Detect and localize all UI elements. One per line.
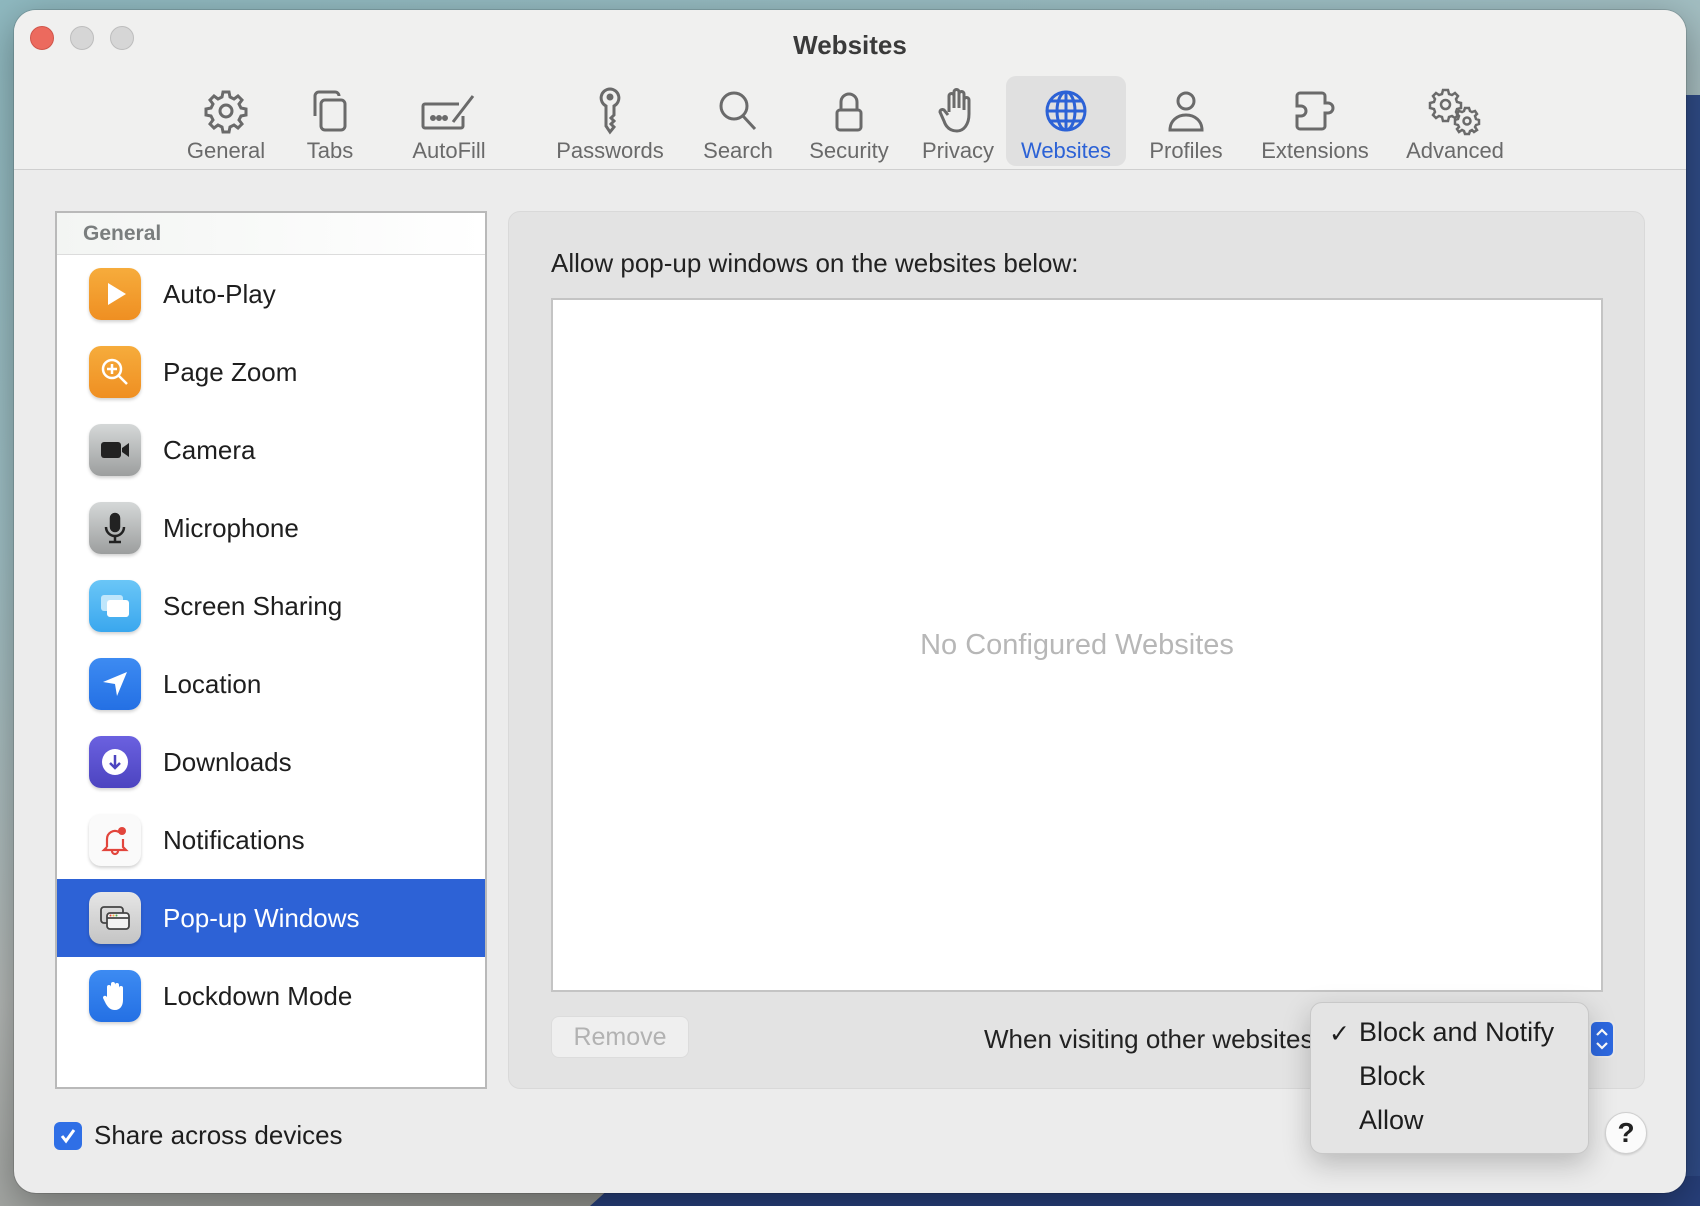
sidebar-section-header: General [57, 213, 485, 255]
share-across-devices-checkbox[interactable] [54, 1121, 82, 1150]
title-bar: Websites General Tabs AutoFill Passwords… [14, 10, 1686, 170]
sidebar-item-pop-up-windows[interactable]: Pop-up Windows [57, 879, 485, 957]
website-settings-list: General Auto-Play Page Zoom Camera Micro… [55, 211, 487, 1089]
lock-icon [835, 92, 863, 132]
sidebar-item-label: Location [163, 668, 262, 699]
sidebar-item-lockdown-mode[interactable]: Lockdown Mode [57, 957, 485, 1035]
tab-search[interactable]: Search [688, 76, 788, 166]
tab-autofill[interactable]: AutoFill [394, 76, 504, 166]
screen-sharing-icon [89, 580, 141, 632]
tab-label: Websites [1020, 138, 1112, 163]
empty-state-message: No Configured Websites [920, 628, 1234, 661]
tab-label: Passwords [556, 138, 664, 163]
tab-security[interactable]: Security [798, 76, 900, 166]
help-button[interactable]: ? [1605, 1112, 1647, 1154]
globe-icon [1045, 90, 1087, 132]
other-websites-label: When visiting other websites: [984, 1024, 1321, 1054]
popup-windows-icon [89, 892, 141, 944]
hand-icon [938, 88, 971, 133]
menu-item-label: Block and Notify [1359, 1017, 1555, 1047]
person-icon [1168, 91, 1204, 132]
settings-window: Websites General Tabs AutoFill Passwords… [14, 10, 1686, 1193]
play-icon [89, 268, 141, 320]
checkmark-icon [60, 1128, 76, 1143]
popup-windows-panel: Allow pop-up windows on the websites bel… [508, 211, 1645, 1089]
configured-websites-table[interactable]: No Configured Websites [551, 298, 1603, 992]
download-icon [89, 736, 141, 788]
sidebar-item-location[interactable]: Location [57, 645, 485, 723]
sidebar-item-label: Notifications [163, 824, 305, 855]
sidebar-item-microphone[interactable]: Microphone [57, 489, 485, 567]
tab-label: Advanced [1406, 138, 1504, 163]
sidebar-item-label: Lockdown Mode [163, 980, 353, 1011]
sidebar-item-label: Camera [163, 434, 256, 465]
location-arrow-icon [89, 658, 141, 710]
sidebar-item-label: Downloads [163, 746, 292, 777]
other-websites-popup-button[interactable] [1589, 1020, 1615, 1058]
share-across-devices-row[interactable]: Share across devices [54, 1120, 343, 1151]
gear-icon [204, 90, 248, 134]
menu-item-block[interactable]: Block [1311, 1055, 1588, 1099]
tab-extensions[interactable]: Extensions [1250, 76, 1380, 166]
panel-heading: Allow pop-up windows on the websites bel… [551, 248, 1079, 278]
tab-label: Security [809, 138, 889, 163]
sidebar-item-page-zoom[interactable]: Page Zoom [57, 333, 485, 411]
camera-icon [89, 424, 141, 476]
sidebar-item-label: Page Zoom [163, 356, 298, 387]
sidebar-item-notifications[interactable]: Notifications [57, 801, 485, 879]
window-title: Websites [793, 30, 907, 60]
microphone-icon [89, 502, 141, 554]
sidebar-item-downloads[interactable]: Downloads [57, 723, 485, 801]
chevron-up-down-icon [1596, 1028, 1608, 1050]
menu-item-allow[interactable]: Allow [1311, 1099, 1588, 1143]
tab-websites[interactable]: Websites [1006, 76, 1126, 166]
tab-label: General [186, 138, 266, 163]
gears-icon [1428, 88, 1481, 136]
key-icon [599, 87, 621, 135]
tab-profiles[interactable]: Profiles [1136, 76, 1236, 166]
sidebar-item-label: Auto-Play [163, 278, 276, 309]
tab-label: AutoFill [412, 138, 486, 163]
puzzle-icon [1295, 91, 1335, 131]
checkmark-icon: ✓ [1329, 1020, 1350, 1048]
bell-icon [89, 814, 141, 866]
tab-privacy[interactable]: Privacy [910, 76, 1006, 166]
tab-advanced[interactable]: Advanced [1390, 76, 1520, 166]
sidebar-item-screen-sharing[interactable]: Screen Sharing [57, 567, 485, 645]
sidebar-item-label: Pop-up Windows [163, 902, 360, 933]
autofill-icon [421, 95, 475, 130]
sidebar-item-label: Microphone [163, 512, 299, 543]
remove-button[interactable]: Remove [551, 1016, 689, 1058]
sidebar-item-auto-play[interactable]: Auto-Play [57, 255, 485, 333]
menu-item-label: Block [1359, 1061, 1426, 1091]
search-icon [719, 91, 757, 131]
tab-label: Extensions [1261, 138, 1369, 163]
menu-item-block-and-notify[interactable]: ✓ Block and Notify [1311, 1011, 1588, 1055]
sidebar-item-camera[interactable]: Camera [57, 411, 485, 489]
tab-label: Profiles [1149, 138, 1223, 163]
preferences-toolbar: General Tabs AutoFill Passwords Search S… [14, 66, 1686, 166]
hand-raised-icon [89, 970, 141, 1022]
menu-item-label: Allow [1359, 1105, 1424, 1135]
tab-label: Tabs [306, 138, 354, 163]
zoom-icon [89, 346, 141, 398]
share-across-devices-label: Share across devices [94, 1120, 343, 1150]
tab-label: Privacy [921, 138, 995, 163]
tab-passwords[interactable]: Passwords [548, 76, 672, 166]
tab-tabs[interactable]: Tabs [290, 76, 370, 166]
tabs-icon [313, 90, 347, 132]
sidebar-item-label: Screen Sharing [163, 590, 343, 621]
other-websites-menu: ✓ Block and Notify Block Allow [1310, 1002, 1589, 1154]
tab-label: Search [703, 138, 773, 163]
tab-general[interactable]: General [176, 76, 276, 166]
